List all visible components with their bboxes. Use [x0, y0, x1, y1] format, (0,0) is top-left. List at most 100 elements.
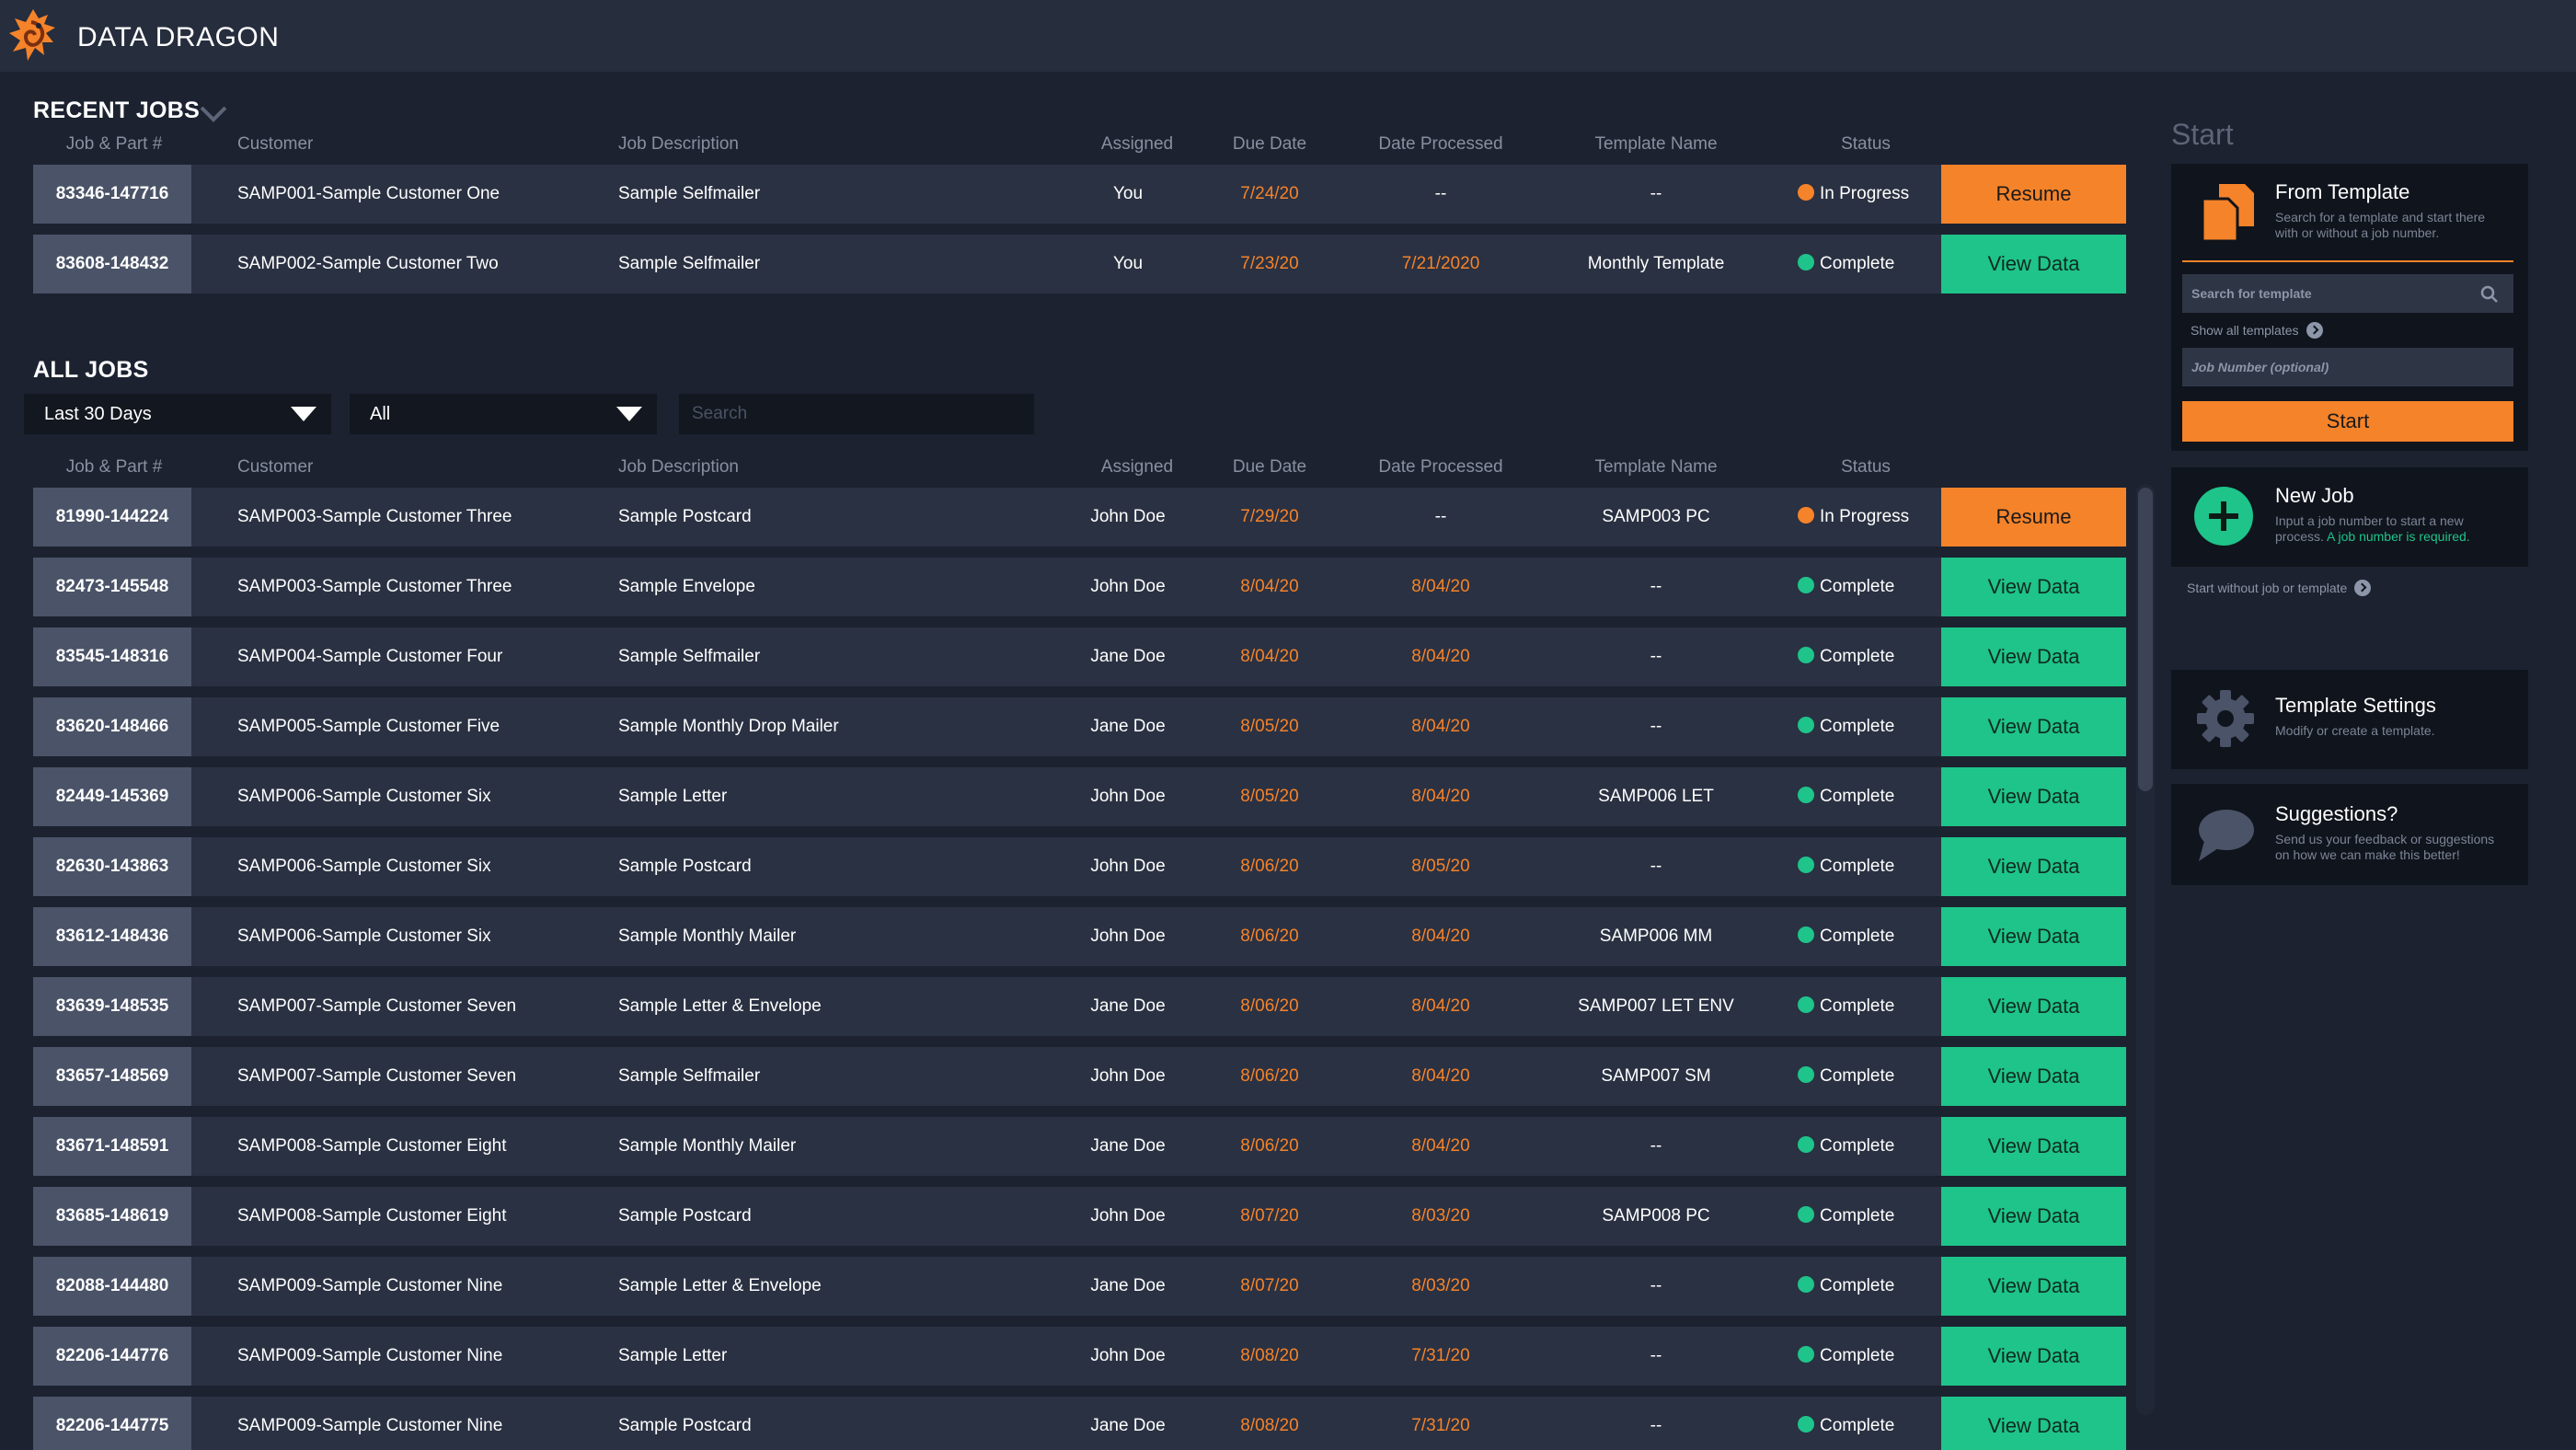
show-all-templates-link[interactable]: Show all templates [2191, 322, 2323, 339]
gear-icon [2197, 690, 2254, 747]
job-row[interactable]: 82206-144775 SAMP009-Sample Customer Nine… [33, 1397, 2126, 1450]
view-data-button[interactable]: View Data [1941, 1327, 2126, 1386]
customer-cell: SAMP009-Sample Customer Nine [237, 1346, 503, 1365]
job-number-cell[interactable]: 83657-148569 [33, 1047, 191, 1106]
card-divider [2182, 260, 2513, 262]
column-header[interactable]: Due Date [1233, 457, 1306, 478]
documents-icon [2201, 184, 2254, 243]
job-number-cell[interactable]: 82449-145369 [33, 767, 191, 826]
job-number-cell[interactable]: 83671-148591 [33, 1117, 191, 1176]
job-number-cell[interactable]: 83685-148619 [33, 1187, 191, 1246]
job-description-cell: Sample Postcard [618, 857, 752, 876]
column-header[interactable]: Template Name [1594, 457, 1717, 478]
job-row[interactable]: 82473-145548 SAMP003-Sample Customer Thre… [33, 558, 2126, 616]
job-row[interactable]: 82630-143863 SAMP006-Sample Customer Six S… [33, 837, 2126, 896]
view-data-button[interactable]: View Data [1941, 1117, 2126, 1176]
view-data-button[interactable]: View Data [1941, 1187, 2126, 1246]
column-header[interactable]: Job & Part # [66, 134, 163, 155]
job-number-cell[interactable]: 82630-143863 [33, 837, 191, 896]
assigned-filter-select[interactable]: All [350, 394, 657, 434]
view-data-button[interactable]: View Data [1941, 1257, 2126, 1316]
template-name-cell: SAMP007 SM [1601, 1066, 1711, 1086]
template-settings-card[interactable] [2171, 670, 2528, 769]
template-search-input[interactable] [2182, 274, 2513, 313]
job-row[interactable]: 83612-148436 SAMP006-Sample Customer Six S… [33, 907, 2126, 966]
status-label: Complete [1820, 717, 1895, 736]
job-number-cell[interactable]: 81990-144224 [33, 488, 191, 547]
status-badge: Complete [1798, 1327, 1894, 1386]
job-number-cell[interactable]: 82206-144775 [33, 1397, 191, 1450]
view-data-button[interactable]: View Data [1941, 977, 2126, 1036]
status-label: Complete [1820, 926, 1895, 946]
job-row[interactable]: 83620-148466 SAMP005-Sample Customer Five… [33, 697, 2126, 756]
column-header[interactable]: Date Processed [1378, 457, 1502, 478]
search-icon[interactable] [2480, 285, 2499, 304]
view-data-button[interactable]: View Data [1941, 907, 2126, 966]
template-name-cell: -- [1650, 857, 1662, 876]
assigned-cell: Jane Doe [1090, 717, 1166, 736]
column-header[interactable]: Customer [237, 457, 313, 478]
view-data-button[interactable]: View Data [1941, 1047, 2126, 1106]
column-header[interactable]: Job Description [618, 457, 739, 478]
status-label: Complete [1820, 1206, 1895, 1226]
job-number-cell[interactable]: 82206-144776 [33, 1327, 191, 1386]
job-number-cell[interactable]: 83620-148466 [33, 697, 191, 756]
job-number-cell[interactable]: 83639-148535 [33, 977, 191, 1036]
chevron-down-icon[interactable] [199, 103, 228, 125]
resume-button[interactable]: Resume [1941, 165, 2126, 224]
resume-button[interactable]: Resume [1941, 488, 2126, 547]
view-data-button[interactable]: View Data [1941, 627, 2126, 686]
start-button[interactable]: Start [2182, 401, 2513, 442]
column-header[interactable]: Status [1841, 457, 1891, 478]
column-header[interactable]: Due Date [1233, 134, 1306, 155]
job-row[interactable]: 83657-148569 SAMP007-Sample Customer Seve… [33, 1047, 2126, 1106]
status-dot-icon [1798, 1346, 1814, 1363]
job-row[interactable]: 83346-147716 SAMP001-Sample Customer One S… [33, 165, 2126, 224]
customer-cell: SAMP007-Sample Customer Seven [237, 996, 517, 1016]
job-row[interactable]: 83639-148535 SAMP007-Sample Customer Seve… [33, 977, 2126, 1036]
view-data-button[interactable]: View Data [1941, 1397, 2126, 1450]
job-row[interactable]: 81990-144224 SAMP003-Sample Customer Thre… [33, 488, 2126, 547]
job-row[interactable]: 82206-144776 SAMP009-Sample Customer Nine… [33, 1327, 2126, 1386]
job-number-cell[interactable]: 83346-147716 [33, 165, 191, 224]
view-data-button[interactable]: View Data [1941, 837, 2126, 896]
status-badge: Complete [1798, 627, 1894, 686]
column-header[interactable]: Date Processed [1378, 134, 1502, 155]
column-header[interactable]: Customer [237, 134, 313, 155]
view-data-button[interactable]: View Data [1941, 558, 2126, 616]
status-badge: Complete [1798, 1187, 1894, 1246]
column-header[interactable]: Assigned [1101, 457, 1173, 478]
view-data-button[interactable]: View Data [1941, 697, 2126, 756]
column-header[interactable]: Template Name [1594, 134, 1717, 155]
status-badge: Complete [1798, 558, 1894, 616]
job-number-cell[interactable]: 82088-144480 [33, 1257, 191, 1316]
dragon-logo[interactable] [6, 6, 61, 66]
jobs-search-input[interactable] [679, 394, 1034, 434]
assigned-filter-value: All [370, 404, 391, 424]
job-row[interactable]: 82088-144480 SAMP009-Sample Customer Nine… [33, 1257, 2126, 1316]
date-range-select[interactable]: Last 30 Days [24, 394, 331, 434]
job-row[interactable]: 83545-148316 SAMP004-Sample Customer Four… [33, 627, 2126, 686]
column-header[interactable]: Job & Part # [66, 457, 163, 478]
job-row[interactable]: 83671-148591 SAMP008-Sample Customer Eigh… [33, 1117, 2126, 1176]
job-number-cell[interactable]: 83612-148436 [33, 907, 191, 966]
column-header[interactable]: Assigned [1101, 134, 1173, 155]
job-row[interactable]: 82449-145369 SAMP006-Sample Customer Six S… [33, 767, 2126, 826]
assigned-cell: John Doe [1090, 857, 1166, 876]
job-row[interactable]: 83685-148619 SAMP008-Sample Customer Eigh… [33, 1187, 2126, 1246]
job-number-cell[interactable]: 83608-148432 [33, 235, 191, 293]
job-number-input[interactable] [2182, 348, 2513, 386]
date-processed-cell: 8/04/20 [1411, 996, 1470, 1016]
start-without-link[interactable]: Start without job or template [2187, 580, 2372, 596]
status-dot-icon [1798, 996, 1814, 1013]
job-number-cell[interactable]: 83545-148316 [33, 627, 191, 686]
job-number-cell[interactable]: 82473-145548 [33, 558, 191, 616]
column-header[interactable]: Status [1841, 134, 1891, 155]
job-row[interactable]: 83608-148432 SAMP002-Sample Customer Two S… [33, 235, 2126, 293]
view-data-button[interactable]: View Data [1941, 235, 2126, 293]
arrow-right-circle-icon [2354, 580, 2372, 596]
view-data-button[interactable]: View Data [1941, 767, 2126, 826]
scrollbar-thumb[interactable] [2138, 488, 2153, 791]
column-header[interactable]: Job Description [618, 134, 739, 155]
assigned-cell: Jane Doe [1090, 1276, 1166, 1295]
